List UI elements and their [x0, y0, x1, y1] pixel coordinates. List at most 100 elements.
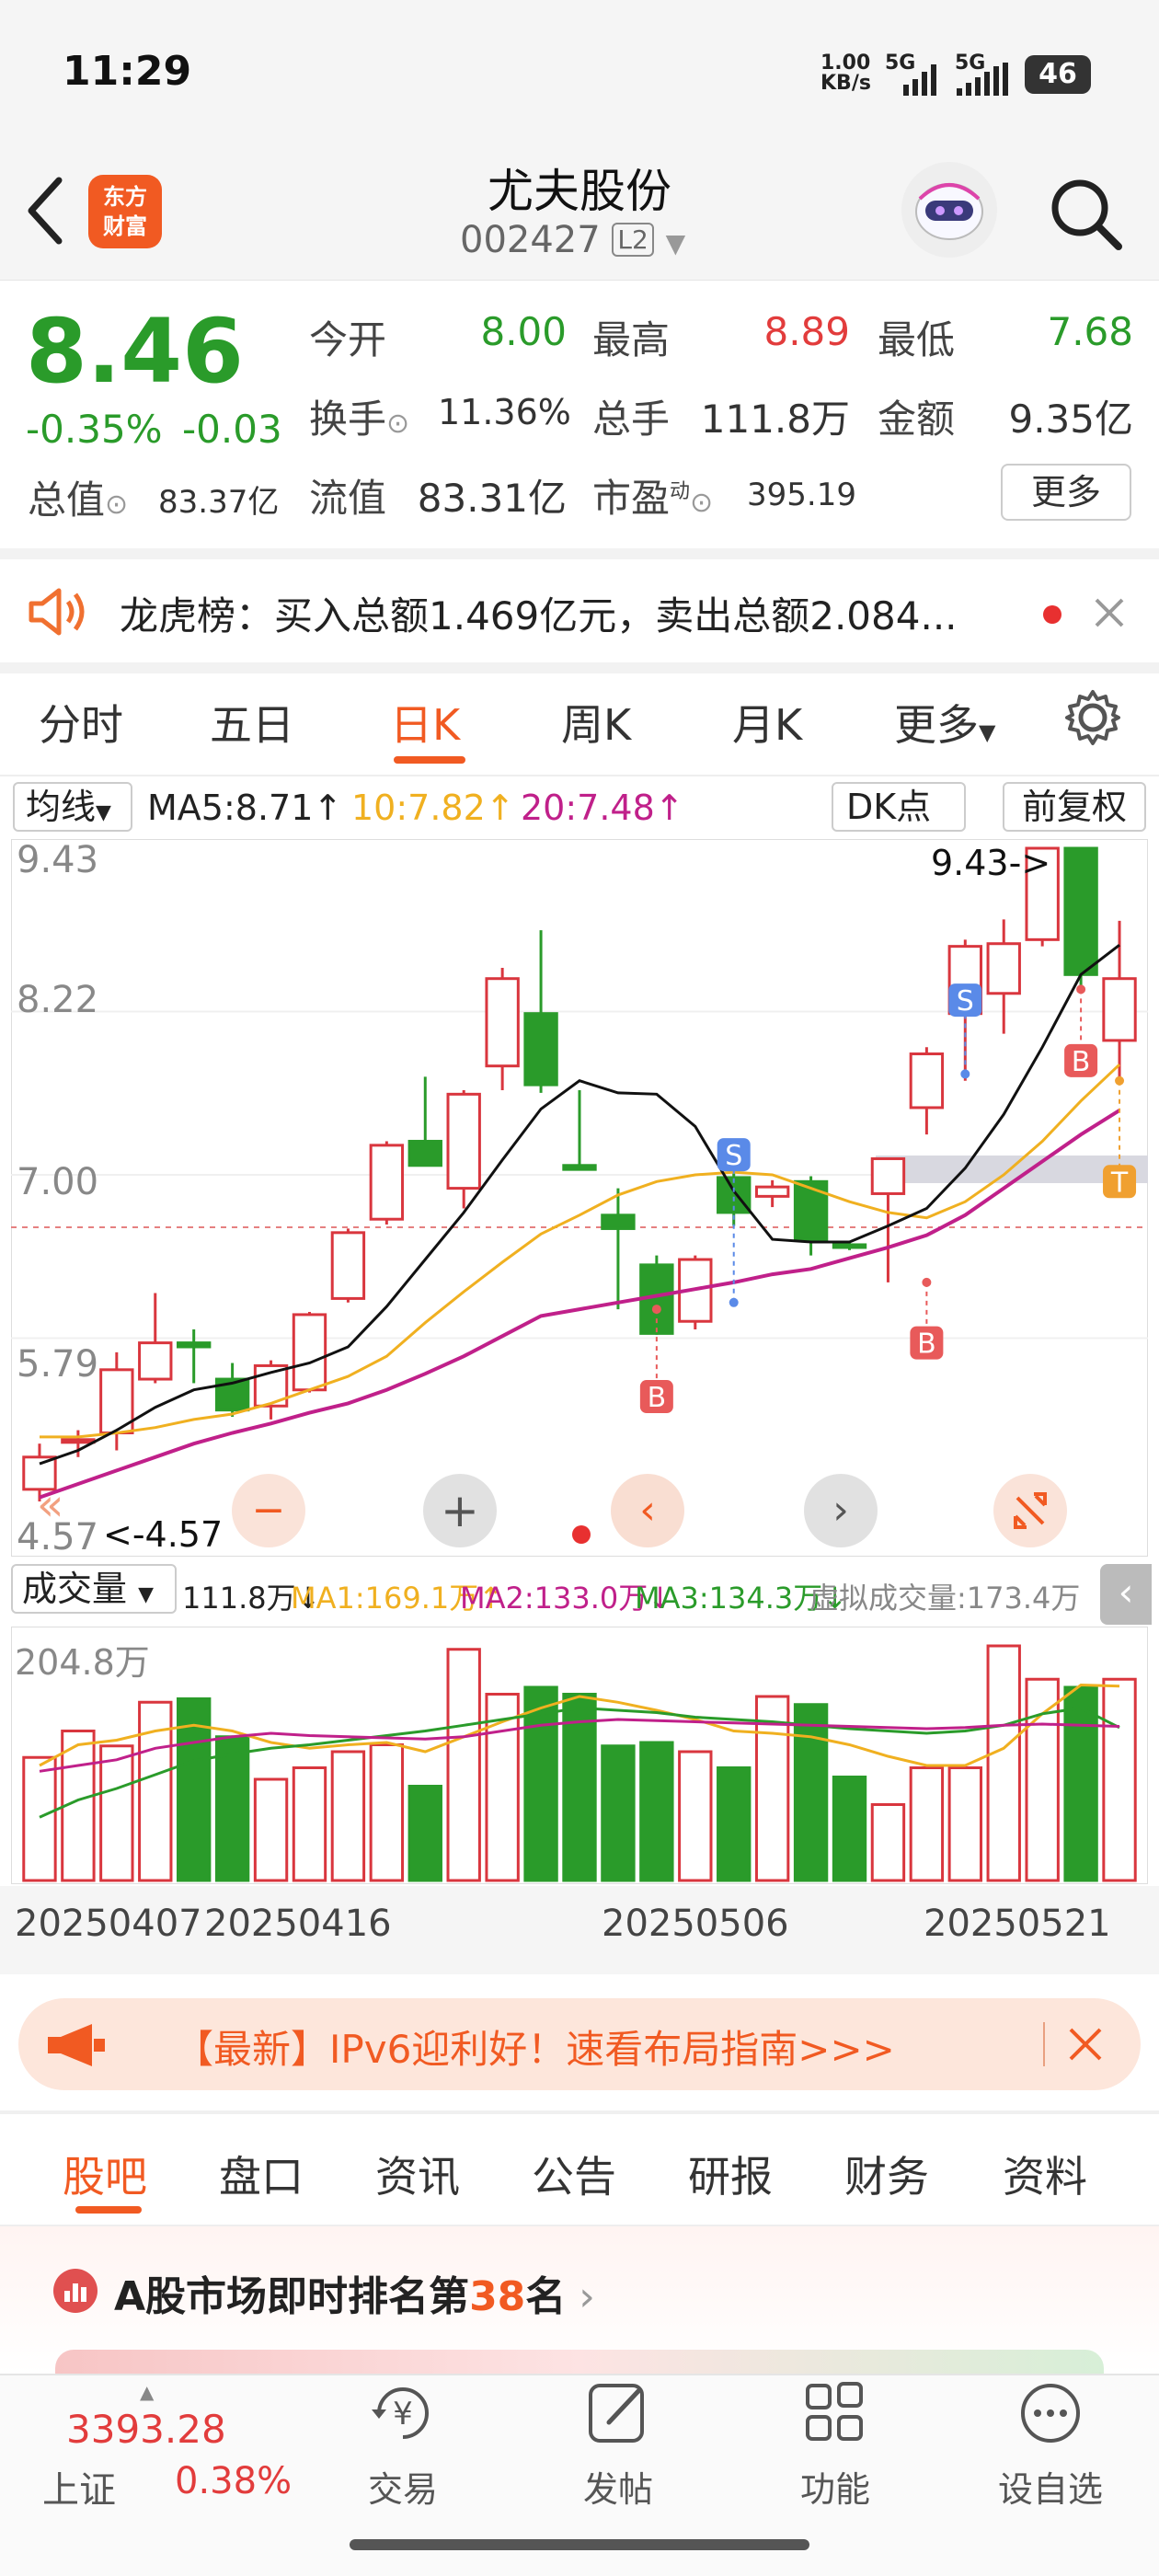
volume-bar: [717, 1766, 752, 1882]
volume-label: 总手: [592, 397, 671, 442]
candle: [176, 1341, 212, 1349]
float-value: 83.31亿: [417, 476, 567, 521]
stock-name: 尤夫股份: [488, 165, 671, 218]
quote-panel: 8.46 -0.35% -0.03 总值⊙ 83.37亿 今开 8.00 最高 …: [0, 282, 1159, 548]
adjust-button[interactable]: 前复权: [1003, 782, 1146, 832]
settings-gear-icon[interactable]: [1063, 688, 1122, 747]
scroll-left-icon[interactable]: «: [37, 1479, 63, 1531]
index-value[interactable]: 3393.28: [66, 2407, 226, 2452]
pan-right-button[interactable]: ›: [804, 1474, 878, 1547]
ticker-bar[interactable]: 龙虎榜：买入总额1.469亿元，卖出总额2.084...: [0, 559, 1159, 662]
pan-left-button[interactable]: ‹: [611, 1474, 684, 1547]
volume-bar: [99, 1744, 134, 1882]
collapse-panel-icon[interactable]: ‹: [1100, 1564, 1152, 1625]
candle: [292, 1313, 327, 1392]
candle: [61, 1438, 96, 1444]
candle: [330, 1231, 366, 1300]
mktcap-label: 总值⊙: [28, 477, 129, 523]
low-label: 最低: [878, 317, 956, 362]
svg-text:¥: ¥: [393, 2396, 413, 2432]
trade-yen-icon: ¥: [372, 2387, 429, 2439]
tab-news[interactable]: 资讯: [375, 2144, 460, 2204]
nav-add-watchlist[interactable]: 设自选: [968, 2378, 1133, 2512]
candle: [138, 1341, 173, 1381]
back-icon[interactable]: [26, 177, 66, 245]
volume-bar: [601, 1744, 636, 1882]
signal-label: S: [725, 1140, 742, 1172]
candle: [523, 1012, 558, 1087]
tab-orderbook[interactable]: 盘口: [219, 2144, 304, 2204]
kline-chart[interactable]: B B S S B T: [11, 839, 1148, 1557]
candle: [870, 1156, 906, 1195]
dk-point-button[interactable]: DK点: [832, 782, 966, 832]
volume-bar: [446, 1648, 481, 1882]
clock: 11:29: [63, 48, 192, 95]
tab-minute[interactable]: 分时: [39, 692, 123, 753]
signal-dot: [960, 1069, 970, 1079]
volume-chart: [11, 1627, 1148, 1884]
date-label-2: 20250416: [204, 1903, 392, 1945]
date-label-3: 20250506: [602, 1903, 789, 1945]
min-price-label: <-4.57: [103, 1514, 224, 1555]
nav-functions[interactable]: 功能: [752, 2378, 918, 2512]
signal-label: T: [1110, 1167, 1129, 1199]
dropdown-icon: ▼: [665, 228, 686, 259]
zoom-out-button[interactable]: −: [232, 1474, 305, 1547]
date-axis: 20250407 20250416 20250506 20250521: [0, 1886, 1159, 1974]
more-button[interactable]: 更多: [1001, 464, 1131, 521]
tab-five-day[interactable]: 五日: [210, 692, 294, 753]
signal-dot: [1076, 984, 1086, 995]
tab-forum[interactable]: 股吧: [63, 2144, 147, 2204]
close-icon[interactable]: [1093, 596, 1126, 629]
signal-label: B: [1072, 1046, 1091, 1078]
candle: [986, 942, 1021, 995]
tab-daily-k[interactable]: 日K: [390, 692, 460, 753]
ranking-text: A股市场即时排名第38名 ›: [114, 2273, 595, 2320]
tab-indicator: [75, 2206, 142, 2214]
tab-research[interactable]: 研报: [688, 2144, 773, 2204]
index-name: 上证: [42, 2469, 116, 2512]
tab-monthly-k[interactable]: 月K: [732, 692, 802, 753]
fullscreen-icon[interactable]: [993, 1474, 1067, 1547]
tab-profile[interactable]: 资料: [1003, 2144, 1087, 2204]
candle: [369, 1144, 405, 1221]
arrow-up-icon: ▲: [140, 2381, 155, 2403]
signal-label: B: [917, 1328, 936, 1361]
volume-bar: [407, 1785, 442, 1882]
volume-bar: [1102, 1677, 1137, 1882]
pe-label: 市盈动⊙: [592, 476, 714, 521]
index-change: 0.38%: [175, 2460, 293, 2502]
volume-bar: [214, 1735, 250, 1882]
volume-bar: [253, 1777, 289, 1882]
stock-code[interactable]: 002427 L2 ▼: [460, 219, 685, 265]
ma20-legend: 20:7.48↑: [521, 788, 684, 828]
nav-trade[interactable]: ¥ 交易: [320, 2378, 486, 2512]
tab-more[interactable]: 更多▼: [894, 692, 995, 753]
tab-weekly-k[interactable]: 周K: [561, 692, 631, 753]
change-amount: -0.03: [182, 407, 282, 452]
tab-indicator: [394, 756, 465, 764]
tab-financials[interactable]: 财务: [844, 2144, 929, 2204]
ranking-card[interactable]: A股市场即时排名第38名 ›: [0, 2226, 1159, 2374]
candle: [754, 1185, 790, 1198]
volume-selector[interactable]: 成交量 ▼: [11, 1564, 177, 1614]
robot-avatar-icon[interactable]: [901, 162, 997, 258]
signal-icon: [903, 64, 936, 96]
signal-icon-2: [957, 63, 1008, 96]
megaphone-icon: [48, 2024, 105, 2066]
open-label: 今开: [309, 317, 387, 362]
close-icon[interactable]: [1067, 2026, 1104, 2063]
nav-post[interactable]: 发帖: [535, 2378, 701, 2512]
notice-banner[interactable]: 【最新】IPv6迎利好！速看布局指南>>>: [18, 1998, 1141, 2090]
ma-selector[interactable]: 均线▼: [13, 782, 132, 832]
notice-text: 【最新】IPv6迎利好！速看布局指南>>>: [175, 2027, 895, 2072]
signal-dot: [922, 1277, 932, 1287]
bar-chart-icon: [53, 2269, 98, 2313]
zoom-in-button[interactable]: +: [423, 1474, 497, 1547]
y-label-3: 7.00: [17, 1161, 99, 1203]
home-indicator: [350, 2539, 809, 2550]
tab-announcements[interactable]: 公告: [532, 2144, 616, 2204]
screen: 11:29 1.00 KB/s 5G 5G 46 东方 财富 尤夫股份 002427…: [0, 0, 1159, 2576]
volume-bar: [870, 1803, 906, 1882]
search-icon[interactable]: [1047, 175, 1124, 252]
